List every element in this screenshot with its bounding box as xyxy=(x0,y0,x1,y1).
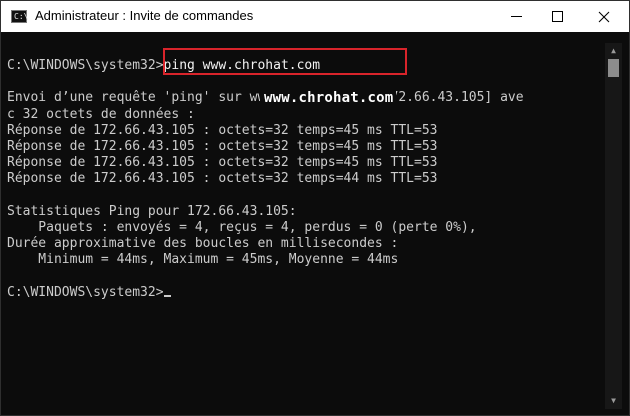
minimize-icon xyxy=(511,16,522,17)
maximize-button[interactable] xyxy=(535,1,580,32)
current-prompt: C:\WINDOWS\system32> xyxy=(7,284,164,300)
cmd-icon[interactable]: C:\ xyxy=(11,10,29,23)
scroll-down-icon[interactable]: ▼ xyxy=(605,393,622,409)
console-output[interactable]: C:\WINDOWS\system32>ping www.chrohat.com… xyxy=(7,48,601,408)
console-line: Réponse de 172.66.43.105 : octets=32 tem… xyxy=(7,122,438,138)
close-button[interactable] xyxy=(581,1,626,32)
prompt-text: C:\WINDOWS\system32> xyxy=(7,58,164,73)
maximize-icon xyxy=(552,11,563,22)
scroll-thumb[interactable] xyxy=(608,59,619,77)
window-title: Administrateur : Invite de commandes xyxy=(35,8,254,23)
console-line: Statistiques Ping pour 172.66.43.105: xyxy=(7,203,297,219)
close-icon xyxy=(598,11,609,22)
console-line: c 32 octets de données : xyxy=(7,106,195,122)
console-line: Réponse de 172.66.43.105 : octets=32 tem… xyxy=(7,138,438,154)
console-line: Réponse de 172.66.43.105 : octets=32 tem… xyxy=(7,171,438,187)
vertical-scrollbar[interactable]: ▲ ▼ xyxy=(605,43,622,409)
console-line: Paquets : envoyés = 4, reçus = 4, perdus… xyxy=(7,219,477,235)
console-line: Réponse de 172.66.43.105 : octets=32 tem… xyxy=(7,155,438,171)
console-line: Durée approximative des boucles en milli… xyxy=(7,236,399,252)
scroll-up-icon[interactable]: ▲ xyxy=(605,43,622,59)
command-prompt-window: C:\ Administrateur : Invite de commandes… xyxy=(0,0,630,416)
domain-watermark: www.chrohat.com xyxy=(260,90,397,107)
minimize-button[interactable] xyxy=(494,1,539,32)
command-highlight-box xyxy=(163,48,407,75)
text-cursor xyxy=(163,294,171,297)
console-line-command: C:\WINDOWS\system32>ping www.chrohat.com xyxy=(7,48,601,75)
cmd-icon-glyph: C:\ xyxy=(14,12,29,21)
console-line-sending: Envoi d’une requête 'ping' sur www.chroh… xyxy=(7,90,601,107)
console-line: Minimum = 44ms, Maximum = 45ms, Moyenne … xyxy=(7,252,399,268)
title-bar[interactable]: C:\ Administrateur : Invite de commandes xyxy=(1,1,629,32)
console-line-prompt: C:\WINDOWS\system32> xyxy=(7,285,601,301)
